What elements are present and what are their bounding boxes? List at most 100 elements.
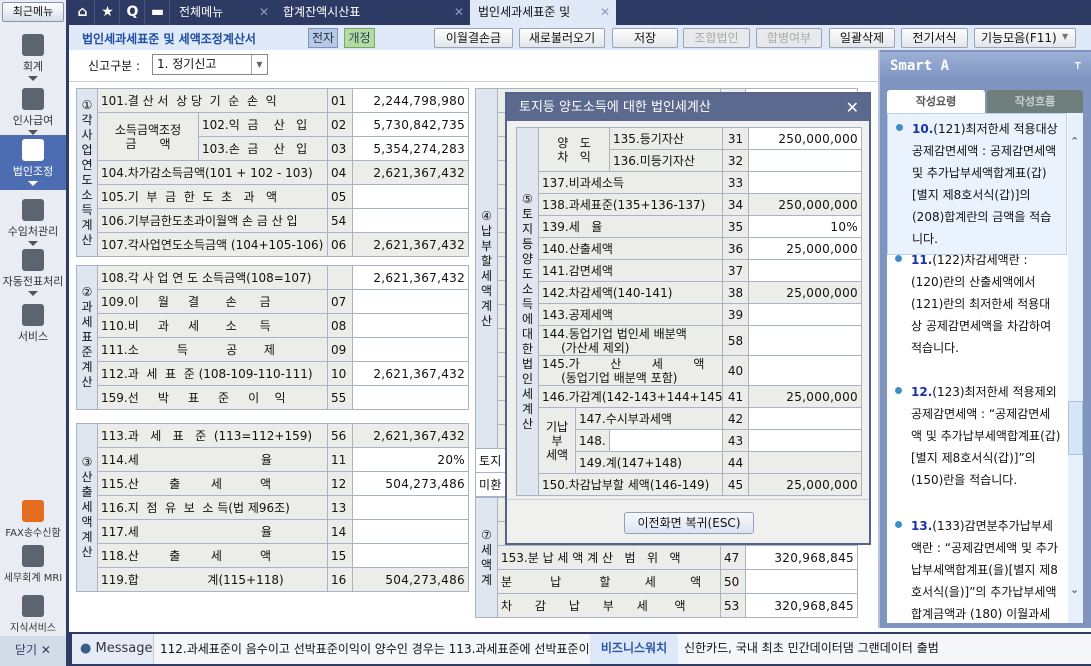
amount-cell[interactable]: 320,968,845 [745, 545, 858, 570]
amount-cell[interactable]: 25,000,000 [748, 473, 862, 496]
row-label: 분 납 할 세 액 [497, 569, 721, 594]
amount-cell[interactable] [352, 337, 470, 362]
news-headline[interactable]: 신한카드, 국내 최초 민간데이터댐 그랜데이터 출범 [684, 634, 939, 662]
close-icon[interactable]: ✕ [846, 94, 859, 121]
amount-cell[interactable]: 320,968,845 [745, 593, 858, 618]
pin-icon[interactable]: ⊤ [1074, 52, 1081, 80]
amount-cell[interactable] [748, 259, 862, 282]
tab-writing-flow[interactable]: 작성흐름 [987, 90, 1083, 113]
toolbar-button-2[interactable]: 저장 [612, 28, 678, 48]
amount-cell[interactable] [352, 313, 470, 338]
amount-cell[interactable]: 2,621,367,432 [352, 361, 470, 386]
restore-previous-button[interactable]: 이전화면 복귀(ESC) [624, 512, 754, 534]
amount-cell[interactable]: 504,273,486 [352, 567, 469, 592]
sidebar-item-1[interactable]: 인사급여 [0, 84, 66, 139]
amount-cell[interactable] [748, 325, 862, 356]
toolbar-button-5[interactable]: 일괄삭제 [829, 28, 895, 48]
sidebar-item-2[interactable]: 법인조정 [0, 135, 66, 190]
dialog-title-bar[interactable]: 토지등 양도소득에 대한 법인세계산 ✕ [507, 94, 869, 121]
amount-cell[interactable] [352, 184, 470, 209]
chevron-down-icon[interactable]: ▼ [251, 55, 267, 74]
tab-all-menu[interactable]: 전체메뉴 ✕ [171, 0, 275, 25]
table-row: 116.지 점 유 보 소 득(법 제96조) 13 [77, 495, 469, 520]
search-q-icon[interactable]: Q [121, 0, 145, 25]
sidebar-bottom-item-0[interactable]: FAX송수신함 [0, 500, 66, 539]
scroll-thumb[interactable] [1068, 401, 1083, 455]
amount-cell[interactable]: 504,273,486 [352, 471, 469, 496]
amount-cell[interactable] [748, 407, 862, 430]
toolbar-button-1[interactable]: 새로불러오기 [519, 28, 605, 48]
amount-cell[interactable] [748, 355, 862, 386]
table-row: 159.선 박 표 준 이 익 55 [77, 385, 470, 410]
amount-cell[interactable]: 5,730,842,735 [352, 112, 470, 137]
amount-cell[interactable] [352, 543, 469, 568]
amount-cell[interactable] [352, 495, 469, 520]
chevron-down-icon[interactable]: ▼ [1062, 32, 1068, 41]
toolbar-button-4[interactable]: 합병여부 [756, 28, 822, 48]
row-label: 136.미등기자산 [609, 149, 723, 172]
toolbar-button-7[interactable]: 기능모음(F11) [974, 28, 1076, 48]
amount-cell[interactable]: 2,621,367,432 [352, 160, 470, 185]
amount-cell[interactable]: 25,000,000 [748, 385, 862, 408]
amount-cell[interactable] [352, 289, 470, 314]
close-sidebar-button[interactable]: 닫기 ✕ [0, 636, 66, 666]
bullet-icon [895, 387, 902, 394]
row-code: 31 [722, 127, 749, 150]
table-row: 111.소 득 공 제 09 [77, 337, 470, 362]
news-source-label: 비즈니스워치 [590, 634, 678, 664]
tab-trial-balance[interactable]: 합계잔액시산표 ✕ [275, 0, 470, 25]
amount-cell[interactable]: 250,000,000 [748, 193, 862, 216]
amount-cell[interactable] [352, 208, 470, 233]
amount-cell[interactable]: 250,000,000 [748, 127, 862, 150]
amount-cell[interactable] [748, 451, 862, 474]
amount-cell[interactable]: 25,000,000 [748, 281, 862, 304]
custom-item-input[interactable] [609, 429, 723, 452]
toolbar-button-6[interactable]: 전기서식 [901, 28, 968, 48]
sidebar-item-5[interactable]: 서비스 [0, 300, 66, 348]
divider [507, 499, 869, 500]
amount-cell[interactable]: 2,244,798,980 [352, 88, 470, 113]
tab-writing-guide[interactable]: 작성요령 [887, 90, 985, 113]
row-label: 차 감 납 부 세 액 [497, 593, 721, 618]
close-icon[interactable]: ✕ [600, 0, 610, 25]
sidebar-bottom-item-2[interactable]: 지식서비스 [0, 595, 66, 634]
amount-cell[interactable]: 5,354,274,283 [352, 136, 470, 161]
revision-badge[interactable]: 개정 [344, 28, 375, 48]
star-icon[interactable]: ★ [96, 0, 120, 25]
close-icon[interactable]: ✕ [454, 0, 464, 25]
report-type-select[interactable]: 1. 정기신고 ▼ [152, 54, 268, 75]
toolbar-button-3[interactable]: 조합법인 [683, 28, 750, 48]
amount-cell[interactable]: 10% [748, 215, 862, 238]
amount-cell[interactable] [352, 385, 470, 410]
sidebar-bottom-item-1[interactable]: 세무회계 MRI [0, 545, 66, 584]
amount-cell[interactable] [748, 171, 862, 194]
window-icon[interactable]: ▬ [146, 0, 170, 25]
sidebar-item-4[interactable]: 자동전표처리 [0, 245, 66, 300]
amount-cell[interactable]: 20% [352, 447, 469, 472]
close-icon[interactable]: ✕ [259, 0, 269, 25]
row-label: 110.비 과 세 소 득 [96, 313, 329, 338]
amount-cell[interactable] [748, 149, 862, 172]
amount-cell[interactable] [748, 303, 862, 326]
toolbar-button-0[interactable]: 이월결손금 [434, 28, 513, 48]
electronic-badge[interactable]: 전자 [308, 28, 338, 48]
message-button[interactable]: ● Message [72, 634, 154, 664]
amount-cell[interactable]: 25,000,000 [748, 237, 862, 260]
amount-cell[interactable] [745, 569, 858, 594]
scrollbar[interactable]: ⌃ ⌄ [1068, 113, 1083, 623]
amount-cell[interactable]: 2,621,367,432 [352, 423, 469, 448]
home-icon[interactable]: ⌂ [71, 0, 95, 25]
amount-cell[interactable]: 2,621,367,432 [352, 232, 470, 257]
divider [69, 81, 879, 82]
amount-cell[interactable]: 2,621,367,432 [352, 265, 470, 290]
amount-cell[interactable] [352, 519, 469, 544]
sidebar-item-0[interactable]: 회계 [0, 30, 66, 85]
scroll-up-icon[interactable]: ⌃ [1070, 135, 1079, 148]
row-code: 44 [722, 451, 749, 474]
sidebar-item-3[interactable]: 수임처관리 [0, 195, 66, 250]
amount-cell[interactable] [748, 429, 862, 452]
recent-menu-button[interactable]: 최근메뉴 [2, 2, 64, 22]
sidebar-item-label: 수임처관리 [7, 225, 59, 238]
scroll-down-icon[interactable]: ⌄ [1070, 583, 1079, 596]
tab-corporate-tax[interactable]: 법인세과세표준 및 ✕ [470, 0, 616, 25]
